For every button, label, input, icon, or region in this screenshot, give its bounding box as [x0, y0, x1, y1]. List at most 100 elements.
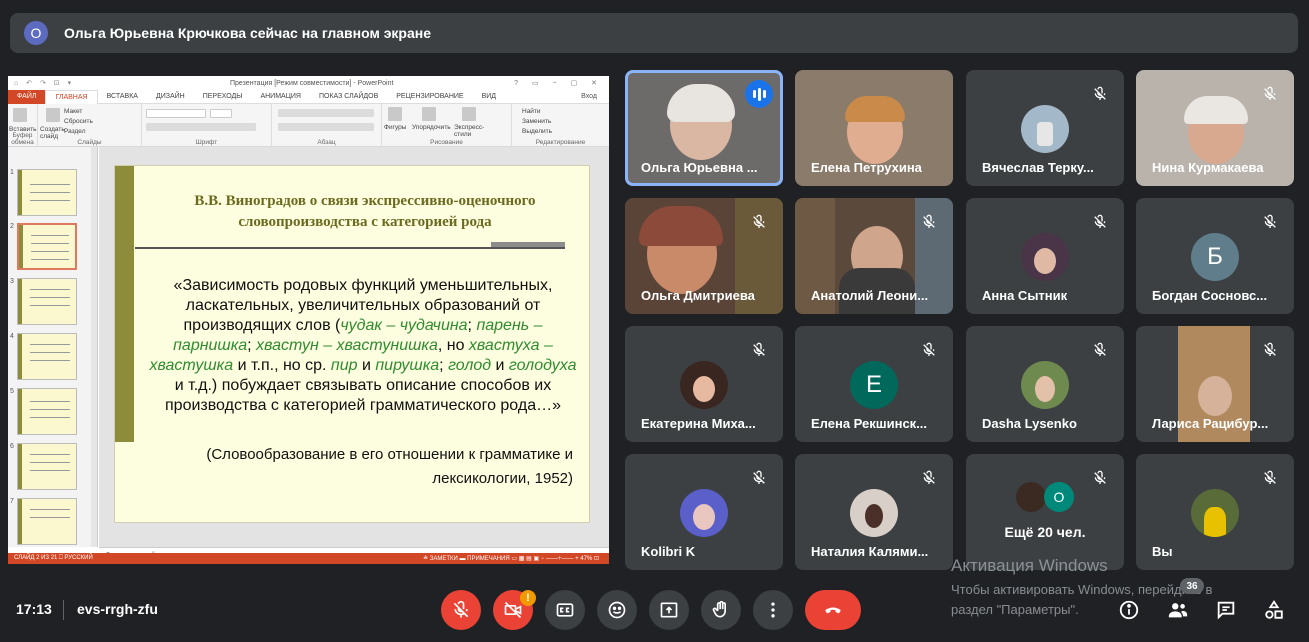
presenter-banner: О Ольга Юрьевна Крючкова сейчас на главн…: [10, 13, 1298, 53]
paragraph-buttons-row1[interactable]: [278, 109, 374, 117]
slide-thumbnails: 1 2 3 4 5 6 7: [8, 147, 98, 547]
more-participants-tile[interactable]: О Ещё 20 чел.: [966, 454, 1124, 570]
quick-styles-icon[interactable]: [462, 107, 476, 121]
more-options-button[interactable]: [753, 590, 793, 630]
status-zoom-controls[interactable]: ≙ ЗАМЕТКИ ▬ ПРИМЕЧАНИЯ ▭ ▦ ▤ ▣ − ——+—— +…: [423, 555, 599, 562]
font-format-buttons[interactable]: [146, 123, 256, 131]
meet-window: О Ольга Юрьевна Крючкова сейчас на главн…: [0, 0, 1309, 642]
ppt-window-title: Презентация [Режим совместимости] - Powe…: [230, 79, 394, 87]
end-call-button[interactable]: [805, 590, 861, 630]
slide-side-bar: [115, 166, 134, 442]
font-name-select[interactable]: [146, 109, 206, 118]
participant-name: Вы: [1152, 544, 1173, 559]
shapes-icon[interactable]: [388, 107, 402, 121]
find-button[interactable]: Найти: [522, 108, 541, 115]
ppt-window-controls[interactable]: ? ▭ − ▢ ✕: [514, 79, 603, 87]
ppt-tab-view[interactable]: ВИД: [473, 90, 505, 104]
group-label-font: Шрифт: [195, 139, 218, 146]
ribbon-group-editing: Найти Заменить Выделить Редактирование: [512, 104, 609, 147]
select-button[interactable]: Выделить: [522, 128, 552, 135]
paragraph-buttons-row2[interactable]: [278, 123, 374, 131]
layout-button[interactable]: Макет: [64, 108, 82, 115]
current-slide[interactable]: В.В. Виноградов о связи экспрессивно-оце…: [114, 165, 590, 523]
arrange-label: Упорядочить: [412, 124, 451, 131]
ppt-tab-file[interactable]: ФАЙЛ: [8, 89, 46, 104]
participant-tile[interactable]: Нина Курмакаева: [1136, 70, 1294, 186]
participant-tile[interactable]: Анна Сытник: [966, 198, 1124, 314]
participant-tile[interactable]: Екатерина Миха...: [625, 326, 783, 442]
replace-button[interactable]: Заменить: [522, 118, 551, 125]
slide-thumb-3[interactable]: [17, 278, 77, 325]
participant-tile[interactable]: Dasha Lysenko: [966, 326, 1124, 442]
participants-button[interactable]: [1166, 598, 1190, 622]
ppt-tab-transitions[interactable]: ПЕРЕХОДЫ: [194, 90, 252, 104]
participant-name: Богдан Сосновс...: [1152, 288, 1268, 303]
slide-number: 7: [10, 498, 14, 505]
ppt-tab-insert[interactable]: ВСТАВКА: [98, 90, 147, 104]
participant-tile[interactable]: Е Елена Рекшинск...: [795, 326, 953, 442]
mic-off-icon: [1260, 84, 1280, 104]
group-label-drawing: Рисование: [430, 139, 463, 146]
participant-name: Екатерина Миха...: [641, 416, 756, 431]
participant-avatar: Б: [1191, 233, 1239, 281]
slide-thumb-7[interactable]: [17, 498, 77, 545]
create-slide-label: Создать слайд: [40, 126, 65, 140]
clock: 17:13: [16, 601, 52, 617]
mic-off-icon: [1090, 84, 1110, 104]
participant-tile[interactable]: Елена Петрухина: [795, 70, 953, 186]
ribbon-group-slides: Макет Сбросить Раздел Создать слайд Слай…: [38, 104, 142, 147]
quick-styles-label: Экспресс-стили: [454, 124, 485, 138]
present-button[interactable]: [649, 590, 689, 630]
activities-button[interactable]: [1262, 598, 1286, 622]
slide-thumb-5[interactable]: [17, 388, 77, 435]
shapes-label: Фигуры: [384, 124, 407, 131]
mic-off-icon: [1090, 468, 1110, 488]
camera-off-icon: [504, 601, 522, 619]
mic-off-icon: [749, 468, 769, 488]
captions-button[interactable]: [545, 590, 585, 630]
slide-thumb-1[interactable]: [17, 169, 77, 216]
participant-tile[interactable]: Анатолий Леони...: [795, 198, 953, 314]
section-button[interactable]: Раздел: [64, 128, 85, 135]
self-tile[interactable]: Вы: [1136, 454, 1294, 570]
participant-avatar: [1191, 489, 1239, 537]
meeting-details-button[interactable]: [1117, 598, 1141, 622]
camera-warning-icon[interactable]: !: [520, 590, 536, 606]
slide-canvas: В.В. Виноградов о связи экспрессивно-оце…: [99, 147, 609, 547]
thumbnails-scrollbar[interactable]: [91, 147, 97, 547]
participant-tile[interactable]: Наталия Калями...: [795, 454, 953, 570]
chat-button[interactable]: [1214, 598, 1238, 622]
font-size-select[interactable]: [210, 109, 232, 118]
reset-button[interactable]: Сбросить: [64, 118, 93, 125]
slide-thumb-2[interactable]: [17, 223, 77, 270]
ppt-tab-home[interactable]: ГЛАВНАЯ: [45, 89, 98, 104]
participant-tile[interactable]: Лариса Рацибур...: [1136, 326, 1294, 442]
participant-tile[interactable]: Ольга Дмитриева: [625, 198, 783, 314]
mic-toggle-button[interactable]: [441, 590, 481, 630]
participant-tile[interactable]: Вячеслав Терку...: [966, 70, 1124, 186]
participant-tile[interactable]: Б Богдан Сосновс...: [1136, 198, 1294, 314]
slide-number: 1: [10, 169, 14, 176]
group-label-slides: Слайды: [77, 139, 102, 146]
slide-thumb-6[interactable]: [17, 443, 77, 490]
raise-hand-button[interactable]: [701, 590, 741, 630]
slide-thumb-4[interactable]: [17, 333, 77, 380]
participant-tile[interactable]: Ольга Юрьевна ...: [625, 70, 783, 186]
reactions-button[interactable]: [597, 590, 637, 630]
ppt-signin[interactable]: Вход: [581, 93, 597, 100]
ppt-tab-review[interactable]: РЕЦЕНЗИРОВАНИЕ: [387, 90, 472, 104]
arrange-icon[interactable]: [422, 107, 436, 121]
paste-icon[interactable]: [13, 108, 27, 122]
ppt-tab-slideshow[interactable]: ПОКАЗ СЛАЙДОВ: [310, 90, 387, 104]
participant-name: Ольга Дмитриева: [641, 288, 755, 303]
participant-avatar: [1021, 361, 1069, 409]
slide-reference: (Словообразование в его отношении к грам…: [206, 446, 573, 487]
more-participants-avatars: О: [1016, 482, 1074, 512]
participant-avatar: [680, 361, 728, 409]
group-label-editing: Редактирование: [535, 139, 586, 146]
participant-tile[interactable]: Kolibri K: [625, 454, 783, 570]
new-slide-icon[interactable]: [46, 108, 60, 122]
ppt-tab-design[interactable]: ДИЗАЙН: [147, 90, 194, 104]
ppt-tab-animation[interactable]: АНИМАЦИЯ: [251, 90, 310, 104]
ppt-quick-access[interactable]: ⌂ ↶ ↷ ⊡ ▾: [14, 79, 74, 87]
